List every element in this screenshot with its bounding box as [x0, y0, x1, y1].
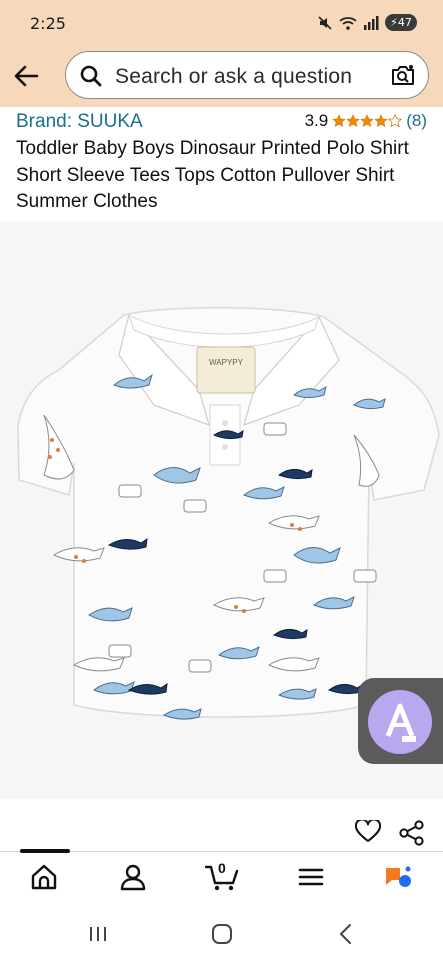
- signal-icon: [364, 15, 379, 30]
- star-full-icon: [346, 114, 361, 128]
- rufus-assistant-button[interactable]: [358, 678, 443, 764]
- rating-count: (8): [406, 111, 427, 130]
- cart-count-badge: 0: [218, 860, 226, 876]
- translate-icon: [385, 703, 416, 742]
- rating-stars: [332, 114, 403, 128]
- recent-apps-icon[interactable]: [88, 924, 108, 944]
- battery-indicator: ⚡ 47: [385, 14, 417, 31]
- share-icon[interactable]: [398, 820, 426, 846]
- rating-summary[interactable]: 3.9 (8): [305, 111, 427, 131]
- status-bar: 2:25 ⚡ 47: [0, 0, 443, 46]
- home-icon[interactable]: [29, 862, 59, 892]
- camera-search-icon[interactable]: [390, 62, 416, 88]
- star-full-icon: [360, 114, 375, 128]
- brand-link[interactable]: Brand: SUUKA: [16, 111, 143, 133]
- battery-level: 47: [397, 16, 412, 29]
- product-image[interactable]: WAPYPY: [14, 295, 443, 725]
- active-tab-indicator: [20, 849, 70, 853]
- star-empty-icon: [388, 114, 403, 128]
- status-icons: ⚡ 47: [317, 14, 417, 31]
- rufus-icon[interactable]: [383, 862, 413, 892]
- search-placeholder: Search or ask a question: [115, 65, 353, 88]
- garment-label: WAPYPY: [209, 358, 244, 367]
- system-back-icon[interactable]: [337, 923, 355, 945]
- wifi-icon: [339, 16, 357, 30]
- home-button-icon[interactable]: [211, 923, 233, 945]
- star-full-icon: [374, 114, 389, 128]
- rating-value: 3.9: [304, 111, 329, 130]
- mute-icon: [318, 15, 332, 30]
- search-icon: [80, 65, 102, 87]
- star-full-icon: [332, 114, 347, 128]
- system-navigation-bar: [0, 910, 443, 960]
- menu-icon[interactable]: [296, 862, 326, 892]
- rufus-assistant-icon: [368, 690, 432, 754]
- back-arrow-icon[interactable]: [10, 60, 42, 92]
- search-row: Search or ask a question: [0, 48, 443, 104]
- account-icon[interactable]: [118, 862, 148, 892]
- search-input[interactable]: Search or ask a question: [65, 51, 429, 99]
- heart-icon[interactable]: [355, 820, 381, 844]
- product-title: Toddler Baby Boys Dinosaur Printed Polo …: [16, 138, 409, 212]
- status-time: 2:25: [30, 14, 66, 33]
- charging-icon: ⚡: [390, 16, 398, 29]
